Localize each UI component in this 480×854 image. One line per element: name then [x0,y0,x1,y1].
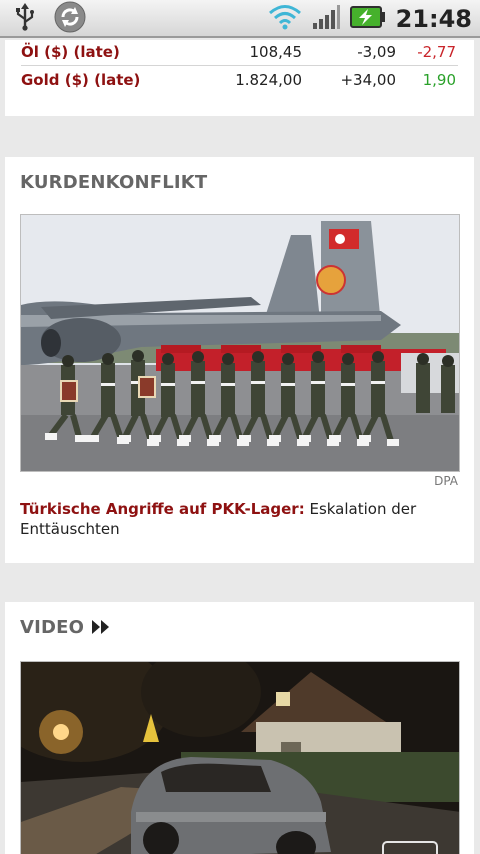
market-value: 1.824,00 [235,71,302,89]
market-change: -3,09 [357,43,396,61]
market-value: 108,45 [249,43,303,61]
usb-icon [14,3,36,35]
sync-icon [54,1,86,37]
signal-icon [312,5,340,33]
video-thumbnail[interactable] [20,661,460,854]
video-card[interactable]: VIDEO [5,602,474,854]
market-name: Öl ($) (late) [21,43,120,61]
clock: 21:48 [395,5,472,33]
video-section-title[interactable]: VIDEO [20,617,110,639]
market-row-oil[interactable]: Öl ($) (late) 108,45 -3,09 -2,77 [21,40,458,66]
status-bar: 21:48 [0,0,480,38]
headline-kicker: Türkische Angriffe auf PKK-Lager: [20,500,305,518]
photo-credit: DPA [434,474,458,488]
section-title[interactable]: KURDENKONFLIKT [20,172,207,193]
market-row-gold[interactable]: Gold ($) (late) 1.824,00 +34,00 1,90 [21,67,458,94]
news-feed[interactable]: Öl ($) (late) 108,45 -3,09 -2,77 Gold ($… [0,40,480,854]
battery-charging-icon [349,6,386,32]
kurdenkonflikt-card[interactable]: KURDENKONFLIKT DPA Türkische Angriffe au… [5,157,474,563]
fast-forward-icon[interactable] [92,618,110,639]
article-photo[interactable] [20,214,460,472]
market-change: +34,00 [340,71,396,89]
markets-card: Öl ($) (late) 108,45 -3,09 -2,77 Gold ($… [5,40,474,116]
market-percent: -2,77 [417,43,456,61]
article-headline[interactable]: Türkische Angriffe auf PKK-Lager: Eskala… [20,499,460,539]
video-title-text: VIDEO [20,617,85,638]
wifi-icon [268,4,302,34]
market-name: Gold ($) (late) [21,71,141,89]
market-percent: 1,90 [422,71,456,89]
